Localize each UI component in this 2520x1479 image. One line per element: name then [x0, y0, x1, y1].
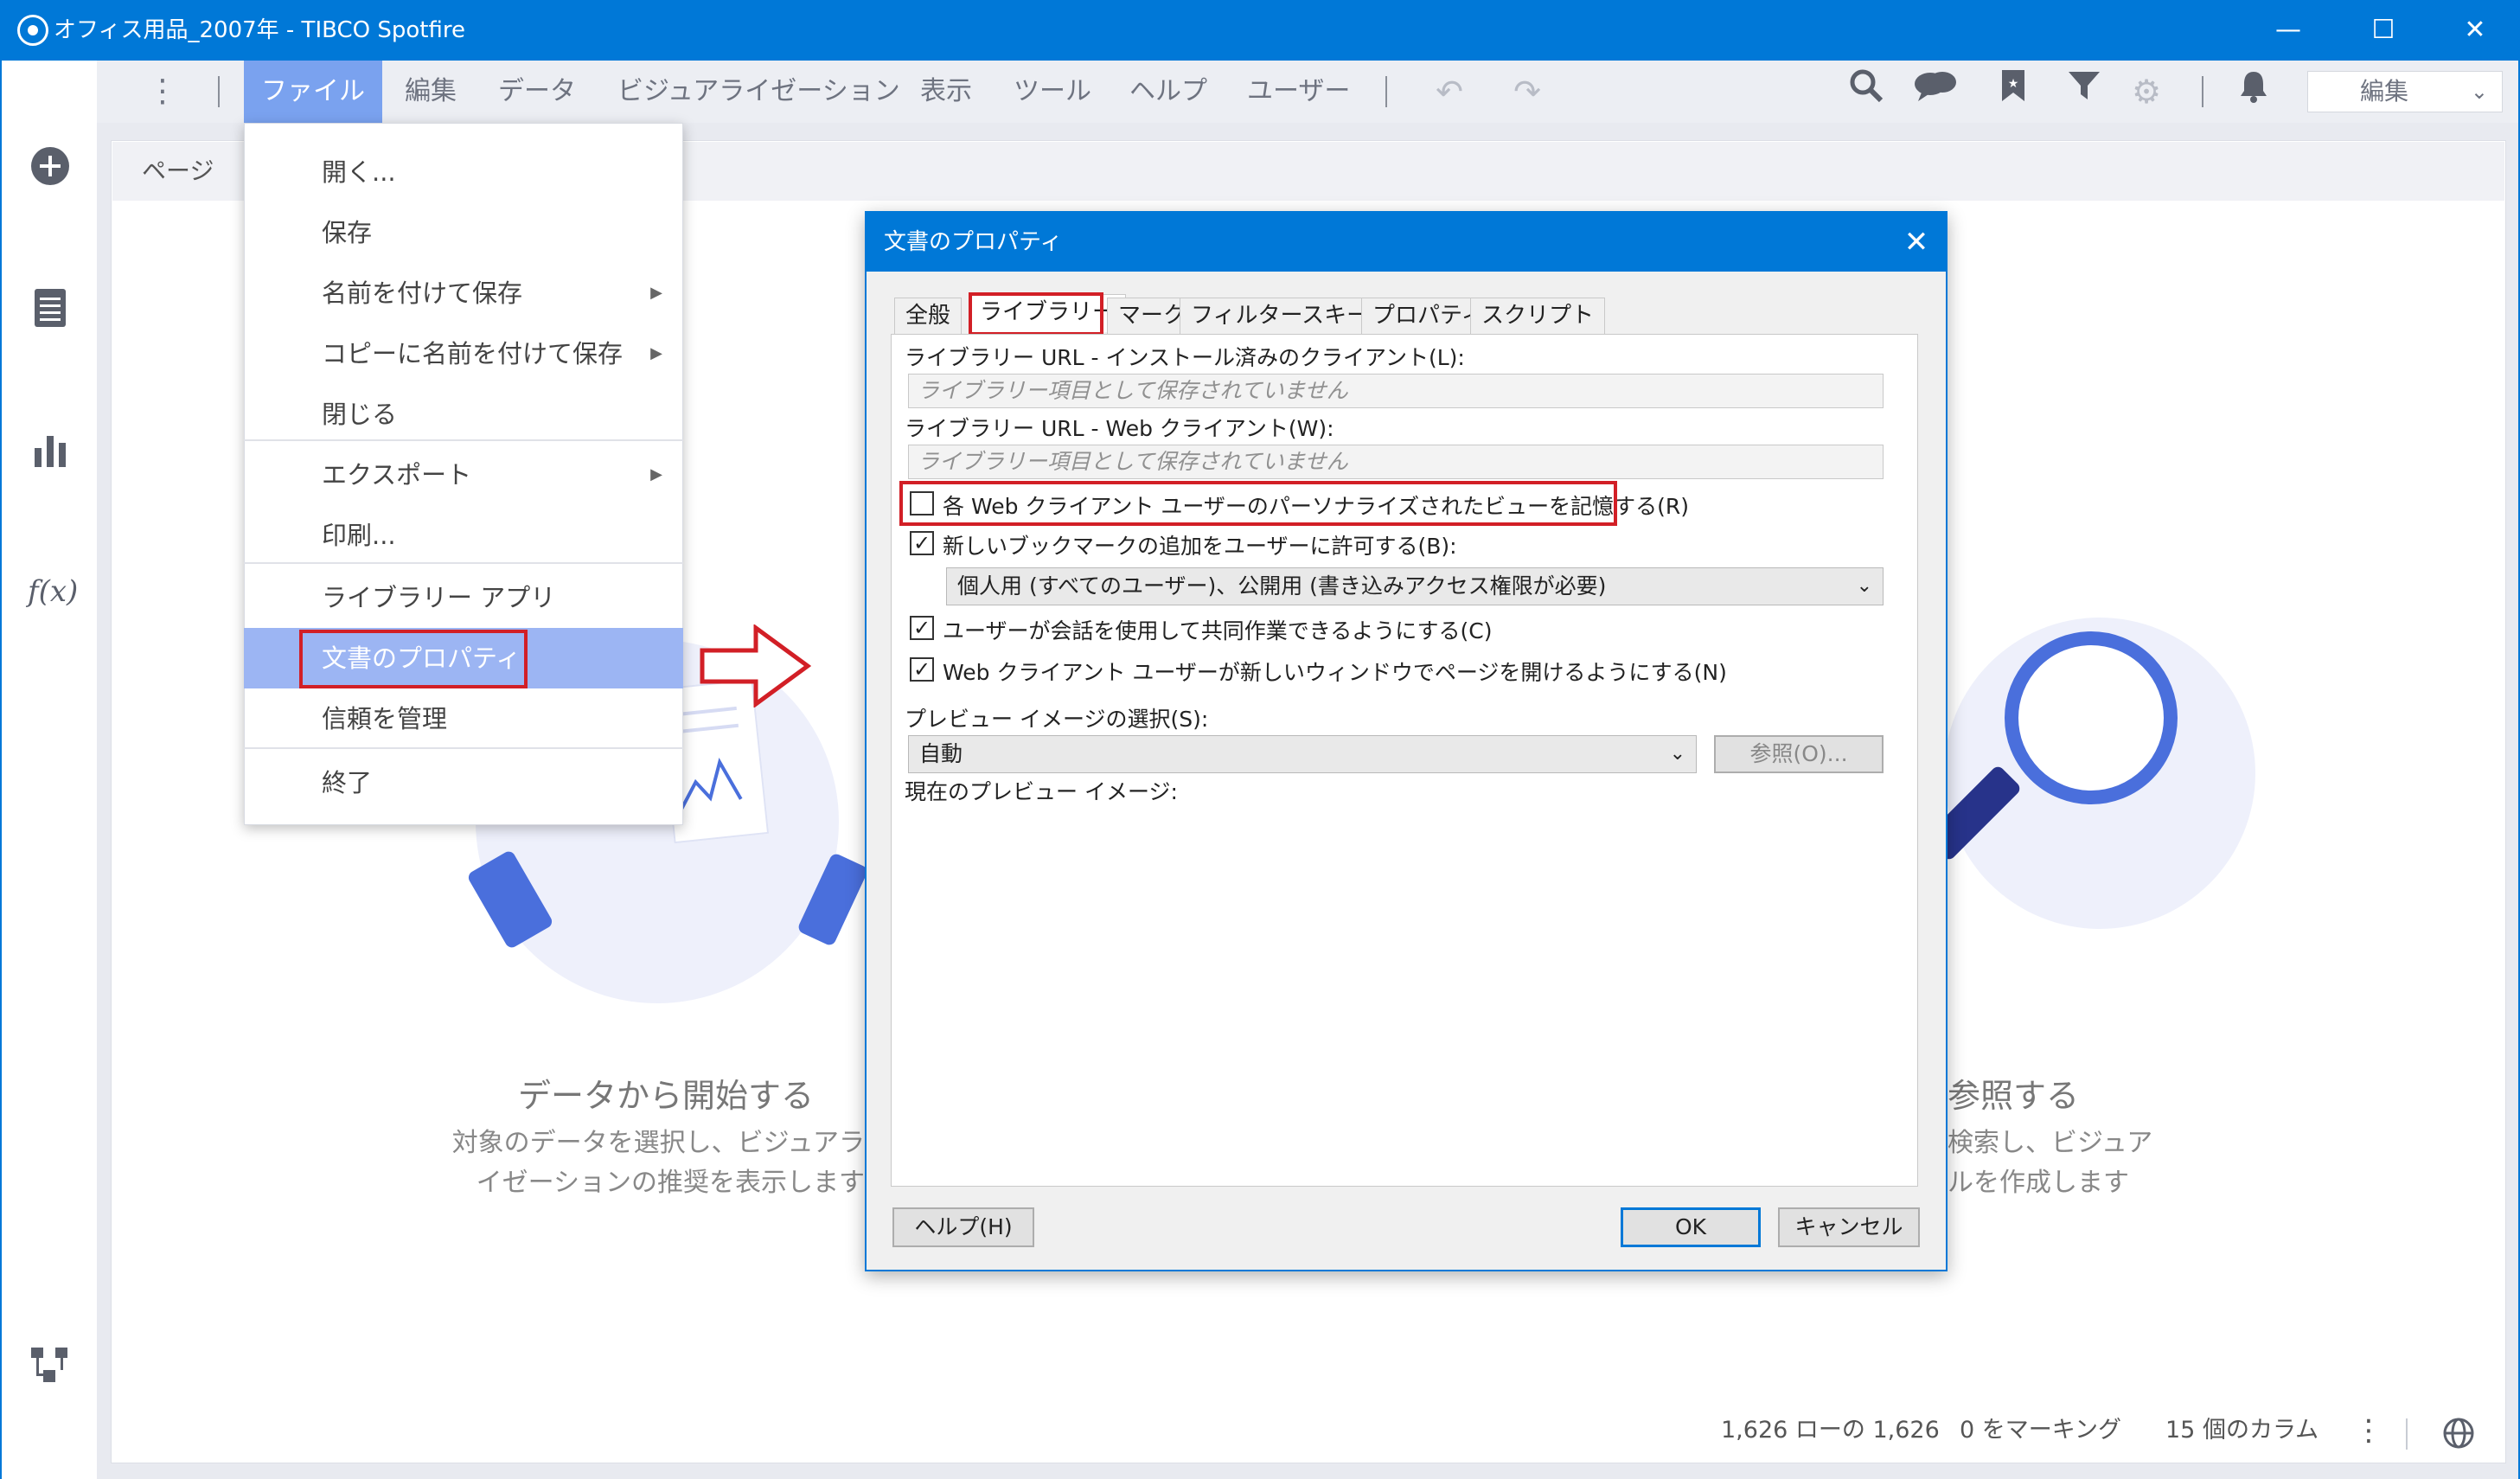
left-rail: f(x) [0, 61, 97, 1479]
title-bar: オフィス用品_2007年 - TIBCO Spotfire — ☐ ✕ [0, 0, 2520, 61]
add-data-icon[interactable] [28, 145, 73, 190]
bookmark-permission-value: 個人用 (すべてのユーザー)、公開用 (書き込みアクセス権限が必要) [957, 573, 1607, 599]
file-menu-export[interactable]: エクスポート ▶ [244, 445, 683, 505]
data-panel-icon[interactable] [28, 287, 73, 332]
menu-data[interactable]: データ [498, 61, 576, 123]
window-title: オフィス用品_2007年 - TIBCO Spotfire [54, 17, 465, 43]
preview-image-value: 自動 [919, 741, 963, 766]
menu-help[interactable]: ヘルプ [1129, 61, 1207, 123]
file-menu-close[interactable]: 閉じる [244, 384, 683, 445]
filter-icon[interactable] [2062, 67, 2107, 116]
submenu-arrow-icon: ▶ [650, 344, 662, 362]
menu-divider [244, 747, 683, 749]
library-url-client-field: ライブラリー項目として保存されていません [908, 374, 1884, 408]
data-canvas-icon[interactable] [28, 1344, 73, 1389]
file-menu-manage-trust[interactable]: 信頼を管理 [244, 688, 683, 749]
settings-gear-icon[interactable]: ⚙ [2124, 67, 2169, 116]
globe-icon[interactable] [2442, 1417, 2475, 1453]
file-menu-save[interactable]: 保存 [244, 202, 683, 263]
submenu-arrow-icon: ▶ [650, 284, 662, 302]
allow-bookmarks-label[interactable]: 新しいブックマークの追加をユーザーに許可する(B): [943, 529, 1457, 560]
library-url-web-label: ライブラリー URL - Web クライアント(W): [905, 416, 1334, 441]
tab-scripts[interactable]: スクリプト [1470, 298, 1606, 334]
status-overflow-icon[interactable]: ⋮ [2354, 1410, 2383, 1451]
collaboration-chat-icon[interactable] [1913, 67, 1958, 116]
svg-text:★: ★ [2008, 77, 2019, 91]
start-from-data-desc: 対象のデータを選択し、ビジュアラ [451, 1128, 865, 1158]
minimize-button[interactable]: — [2245, 0, 2331, 61]
cancel-button[interactable]: キャンセル [1778, 1207, 1920, 1247]
column-count-status: 15 個のカラム [2165, 1417, 2319, 1444]
allow-bookmarks-checkbox[interactable]: ✓ [910, 531, 934, 555]
menu-divider [244, 439, 683, 441]
file-menu-exit[interactable]: 終了 [244, 752, 683, 813]
bookmark-icon[interactable]: ★ [1991, 67, 2036, 116]
notification-bell-icon[interactable] [2231, 67, 2276, 116]
new-window-label[interactable]: Web クライアント ユーザーが新しいウィンドウでページを開けるようにする(N) [943, 656, 1727, 687]
submenu-arrow-icon: ▶ [650, 465, 662, 483]
row-count-status: 1,626 ローの 1,626 [1721, 1417, 1940, 1444]
mode-select-value: 編集 [2360, 77, 2409, 106]
bookmark-permission-select[interactable]: 個人用 (すべてのユーザー)、公開用 (書き込みアクセス権限が必要) ⌄ [946, 567, 1884, 605]
file-menu-open[interactable]: 開く... [244, 142, 683, 202]
ok-button[interactable]: OK [1621, 1207, 1761, 1247]
visualization-bar-chart-icon[interactable] [28, 427, 73, 472]
collaboration-checkbox[interactable]: ✓ [910, 616, 934, 640]
search-icon[interactable] [1844, 67, 1889, 116]
menu-user[interactable]: ユーザー [1247, 61, 1350, 123]
dialog-close-button[interactable]: ✕ [1889, 213, 1944, 272]
new-window-checkbox[interactable]: ✓ [910, 657, 934, 682]
browse-desc: ルを作成します [1948, 1168, 2129, 1198]
tab-general[interactable]: 全般 [894, 298, 963, 334]
start-from-data-desc: イゼーションの推奨を表示します [476, 1168, 865, 1198]
file-menu-library-apps[interactable]: ライブラリー アプリ [244, 567, 683, 628]
help-button[interactable]: ヘルプ(H) [892, 1207, 1034, 1247]
menu-tools[interactable]: ツール [1014, 61, 1091, 123]
browse-title[interactable]: 参照する [1948, 1069, 2207, 1117]
chevron-down-icon: ⌄ [1856, 575, 1872, 597]
library-url-web-field: ライブラリー項目として保存されていません [908, 445, 1884, 479]
preview-select-label: プレビュー イメージの選択(S): [905, 707, 1209, 732]
function-fx-icon[interactable]: f(x) [28, 569, 78, 614]
file-menu-save-as[interactable]: 名前を付けて保存 ▶ [244, 263, 683, 323]
maximize-button[interactable]: ☐ [2340, 0, 2427, 61]
menu-file[interactable]: ファイル [244, 61, 382, 123]
menu-divider [244, 562, 683, 564]
browse-desc: 検索し、ビジュア [1948, 1128, 2153, 1158]
menu-view[interactable]: 表示 [920, 61, 972, 123]
redo-icon[interactable]: ↷ [1505, 67, 1550, 116]
collaboration-label[interactable]: ユーザーが会話を使用して共同作業できるようにする(C) [943, 614, 1492, 645]
toolbar-separator [2202, 76, 2203, 107]
highlight-box [969, 292, 1103, 336]
highlight-box [299, 630, 528, 688]
chevron-down-icon: ⌄ [2470, 80, 2488, 104]
file-menu-save-copy-as[interactable]: コピーに名前を付けて保存 ▶ [244, 323, 683, 384]
dialog-title: 文書のプロパティ [867, 213, 1946, 272]
menu-separator [218, 76, 220, 107]
status-separator [2406, 1418, 2408, 1450]
browse-button[interactable]: 参照(O)... [1714, 735, 1884, 773]
marking-status[interactable]: 0 をマーキング [1960, 1410, 2121, 1451]
start-from-data-title[interactable]: データから開始する [432, 1069, 899, 1117]
close-window-button[interactable]: ✕ [2432, 0, 2518, 61]
overflow-menu-icon[interactable]: ⋮ [147, 61, 178, 123]
preview-image-select[interactable]: 自動 ⌄ [908, 735, 1697, 773]
right-arrow-annotation-icon [699, 624, 812, 711]
highlight-box [899, 481, 1617, 526]
spotfire-logo-icon [17, 15, 48, 46]
menu-separator [1385, 76, 1387, 107]
current-preview-label: 現在のプレビュー イメージ: [905, 779, 1178, 804]
file-menu-print[interactable]: 印刷... [244, 505, 683, 566]
undo-icon[interactable]: ↶ [1427, 67, 1472, 116]
mode-select[interactable]: 編集 ⌄ [2307, 71, 2503, 112]
page-tab[interactable]: ページ › [142, 142, 253, 201]
library-url-client-label: ライブラリー URL - インストール済みのクライアント(L): [905, 345, 1465, 370]
menu-visualization[interactable]: ビジュアライゼーション [617, 61, 900, 123]
magnifier-illustration-icon [2005, 631, 2178, 804]
menu-edit[interactable]: 編集 [405, 61, 457, 123]
chevron-down-icon: ⌄ [1669, 743, 1685, 765]
